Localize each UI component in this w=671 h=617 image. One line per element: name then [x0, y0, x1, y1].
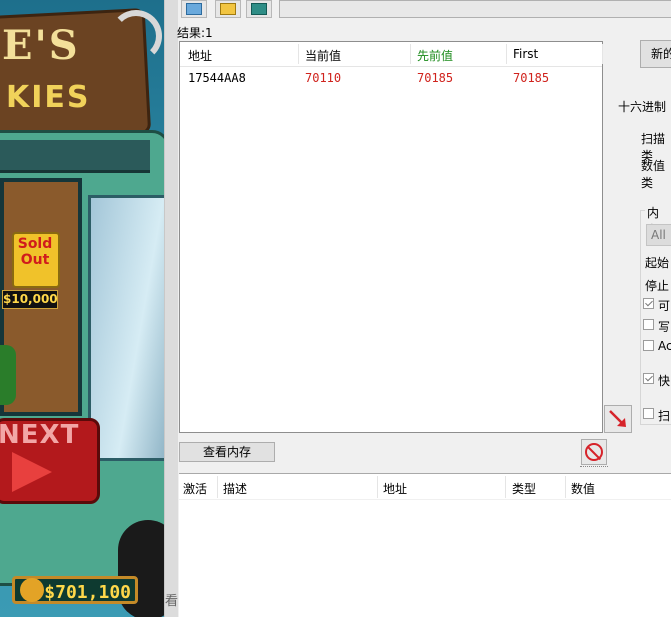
- cell-previous-value: 70185: [417, 71, 454, 85]
- active-memory-label: Ac: [658, 339, 671, 353]
- column-header-type[interactable]: 类型: [512, 480, 536, 497]
- value-type-label: 数值类: [641, 159, 666, 190]
- results-header: 地址 当前值 先前值 First: [180, 42, 603, 67]
- plant-item-icon[interactable]: [0, 345, 16, 405]
- process-select-button[interactable]: [181, 0, 207, 18]
- writable-checkbox[interactable]: [643, 298, 654, 309]
- pause-scan-label: 扫: [658, 409, 671, 423]
- view-memory-button[interactable]: 查看内存: [179, 442, 275, 462]
- scan-results-list[interactable]: 地址 当前值 先前值 First 17544AA8 70110 70185 70…: [179, 41, 603, 433]
- copy-on-write-label: 写: [658, 320, 671, 334]
- stop-label: 停止: [645, 279, 670, 293]
- van-side-glass: [88, 195, 164, 461]
- cell-current-value: 70110: [305, 71, 342, 85]
- arrow-right-icon: [12, 452, 52, 492]
- column-separator: [217, 476, 218, 498]
- folder-icon: [220, 3, 236, 15]
- results-count: 结果:1: [177, 26, 213, 40]
- column-separator: [505, 476, 506, 498]
- arrow-down-right-icon: [609, 410, 626, 427]
- column-header-current[interactable]: 当前值: [305, 47, 341, 64]
- column-header-description[interactable]: 描述: [223, 480, 247, 497]
- column-header-first[interactable]: First: [513, 47, 538, 61]
- column-header-active[interactable]: 激活: [183, 480, 207, 497]
- sold-out-label: Sold Out: [17, 236, 53, 268]
- active-memory-checkbox[interactable]: [643, 340, 654, 351]
- open-file-button[interactable]: [215, 0, 241, 18]
- clear-list-button[interactable]: [581, 439, 607, 465]
- save-icon: [251, 3, 267, 15]
- column-separator: [506, 44, 507, 64]
- hex-label: 十六进制: [618, 100, 667, 114]
- money-bag-icon: [20, 578, 44, 602]
- van-roof-rack: [0, 140, 150, 173]
- column-separator: [377, 476, 378, 498]
- copy-on-write-checkbox[interactable]: [643, 319, 654, 330]
- window-divider: 看: [164, 0, 178, 617]
- no-entry-icon: [585, 443, 603, 461]
- start-label: 起始: [645, 256, 670, 270]
- scan-progress-bar: [279, 0, 671, 18]
- column-separator: [298, 44, 299, 64]
- computer-icon: [186, 3, 202, 15]
- address-list[interactable]: 激活 描述 地址 类型 数值: [179, 473, 671, 617]
- cell-first-value: 70185: [513, 71, 550, 85]
- column-header-previous[interactable]: 先前值: [417, 47, 453, 64]
- column-header-value[interactable]: 数值: [571, 480, 595, 497]
- writable-label: 可: [658, 299, 671, 313]
- add-to-list-button[interactable]: [604, 405, 632, 433]
- cell-address: 17544AA8: [188, 71, 246, 85]
- next-label: NEXT: [0, 420, 80, 450]
- sign-text-line1: E'S: [2, 22, 80, 69]
- price-tag: $10,000: [2, 290, 58, 309]
- column-header-address[interactable]: 地址: [188, 47, 212, 64]
- save-file-button[interactable]: [246, 0, 272, 18]
- memory-region-select[interactable]: All: [646, 224, 671, 246]
- header-divider: [179, 499, 671, 500]
- game-window[interactable]: E'S KIES Sold Out $10,000 NEXT $701,100: [0, 0, 164, 617]
- column-header-address[interactable]: 地址: [383, 480, 407, 497]
- column-separator: [410, 44, 411, 64]
- fast-scan-label: 快: [658, 374, 671, 388]
- column-separator: [602, 44, 603, 64]
- pause-scan-checkbox[interactable]: [643, 408, 654, 419]
- divider-label: 看: [165, 594, 179, 609]
- splitter-grip[interactable]: [580, 466, 608, 470]
- fast-scan-checkbox[interactable]: [643, 373, 654, 384]
- first-scan-button[interactable]: 新的: [640, 40, 671, 68]
- horn-decoration: [110, 10, 162, 62]
- column-separator: [565, 476, 566, 498]
- sign-text-line2: KIES: [6, 80, 91, 115]
